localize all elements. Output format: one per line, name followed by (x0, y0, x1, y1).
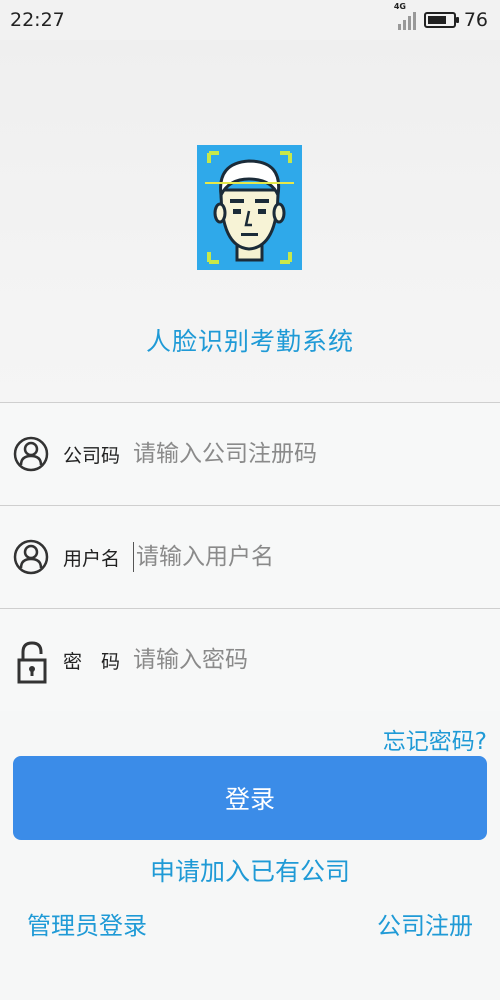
battery-icon (423, 12, 459, 28)
status-time: 22:27 (10, 9, 65, 31)
forgot-password-link[interactable]: 忘记密码? (383, 722, 487, 756)
face-scan-icon (197, 145, 302, 270)
network-type: 4G (393, 2, 406, 11)
battery-level: 76 (463, 9, 488, 31)
password-label: 密 码 (63, 650, 121, 673)
status-icons: 4G 76 (394, 2, 488, 31)
company-code-row: 公司码 (0, 403, 500, 505)
join-company-link[interactable]: 申请加入已有公司 (0, 852, 500, 888)
password-input[interactable] (133, 640, 473, 680)
admin-login-link[interactable]: 管理员登录 (27, 906, 147, 941)
username-label: 用户名 (63, 547, 121, 570)
username-input[interactable] (136, 537, 476, 577)
status-bar: 22:27 4G 76 (0, 0, 500, 40)
company-register-link[interactable]: 公司注册 (377, 906, 473, 941)
signal-icon: 4G (394, 2, 416, 30)
login-form: 公司码 用户名 密 码 (0, 402, 500, 711)
lock-icon (16, 640, 52, 684)
app-title: 人脸识别考勤系统 (145, 327, 354, 356)
company-code-input[interactable] (133, 434, 473, 474)
user-circle-icon (13, 434, 49, 474)
login-button[interactable]: 登录 (13, 756, 487, 840)
password-row: 密 码 (0, 609, 500, 711)
username-row: 用户名 (0, 506, 500, 608)
user-circle-icon (13, 537, 49, 577)
company-code-label: 公司码 (63, 444, 121, 467)
text-cursor (133, 542, 134, 572)
